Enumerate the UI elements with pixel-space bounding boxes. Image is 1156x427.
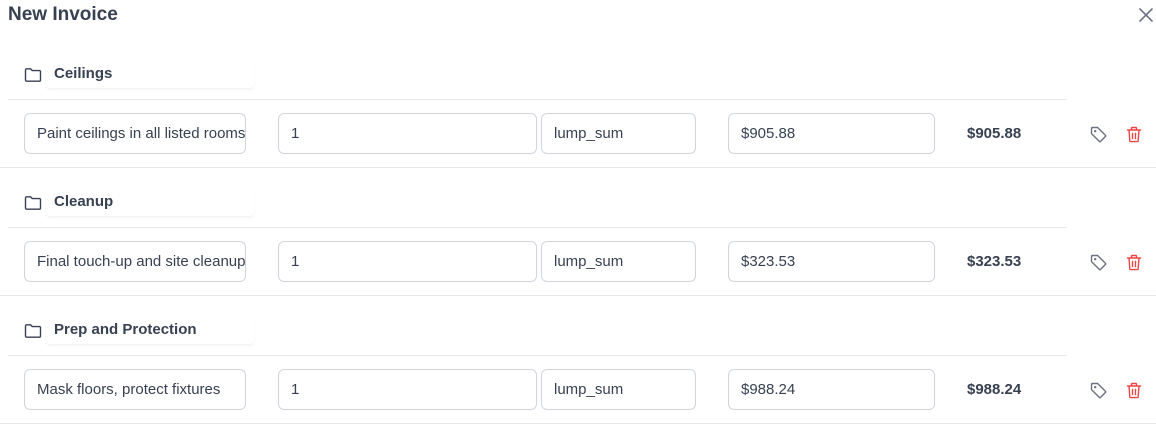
close-icon	[1139, 8, 1153, 22]
description-input[interactable]: Final touch-up and site cleanup	[24, 241, 246, 282]
group-header: Cleanup	[8, 183, 1067, 228]
quantity-input[interactable]: 1	[278, 113, 537, 154]
unit-input[interactable]: lump_sum	[541, 113, 696, 154]
page-title: New Invoice	[8, 4, 118, 25]
quantity-input[interactable]: 1	[278, 241, 537, 282]
description-input[interactable]: Paint ceilings in all listed rooms	[24, 113, 246, 154]
close-button[interactable]	[1136, 5, 1156, 25]
invoice-group: Cleanup Final touch-up and site cleanup …	[0, 183, 1156, 311]
group-header: Ceilings	[8, 55, 1067, 100]
tag-button[interactable]	[1089, 253, 1107, 271]
trash-icon	[1126, 126, 1142, 142]
line-total: $323.53	[967, 253, 1022, 270]
folder-icon	[24, 196, 42, 210]
tag-button[interactable]	[1089, 381, 1107, 399]
group-name-field[interactable]: Prep and Protection	[46, 315, 254, 345]
new-invoice-modal: New Invoice Ceilings Paint ceilings in a…	[0, 0, 1156, 427]
tag-icon	[1090, 382, 1106, 398]
description-input[interactable]: Mask floors, protect fixtures	[24, 369, 246, 410]
unit-input[interactable]: lump_sum	[541, 241, 696, 282]
line-item-row: Mask floors, protect fixtures 1 lump_sum…	[0, 356, 1156, 424]
unit-price-input[interactable]: $323.53	[728, 241, 935, 282]
unit-price-input[interactable]: $905.88	[728, 113, 935, 154]
trash-icon	[1126, 382, 1142, 398]
delete-button[interactable]	[1125, 381, 1143, 399]
trash-icon	[1126, 254, 1142, 270]
group-name-field[interactable]: Ceilings	[46, 59, 254, 89]
tag-icon	[1090, 254, 1106, 270]
line-total: $988.24	[967, 381, 1022, 398]
delete-button[interactable]	[1125, 125, 1143, 143]
group-name-field[interactable]: Cleanup	[46, 187, 254, 217]
quantity-input[interactable]: 1	[278, 369, 537, 410]
delete-button[interactable]	[1125, 253, 1143, 271]
invoice-group: Prep and Protection Mask floors, protect…	[0, 311, 1156, 427]
line-total: $905.88	[967, 125, 1022, 142]
unit-price-input[interactable]: $988.24	[728, 369, 935, 410]
unit-input[interactable]: lump_sum	[541, 369, 696, 410]
line-item-row: Paint ceilings in all listed rooms 1 lum…	[0, 100, 1156, 168]
tag-button[interactable]	[1089, 125, 1107, 143]
tag-icon	[1090, 126, 1106, 142]
invoice-group: Ceilings Paint ceilings in all listed ro…	[0, 55, 1156, 183]
folder-icon	[24, 324, 42, 338]
group-header: Prep and Protection	[8, 311, 1067, 356]
line-item-row: Final touch-up and site cleanup 1 lump_s…	[0, 228, 1156, 296]
folder-icon	[24, 68, 42, 82]
